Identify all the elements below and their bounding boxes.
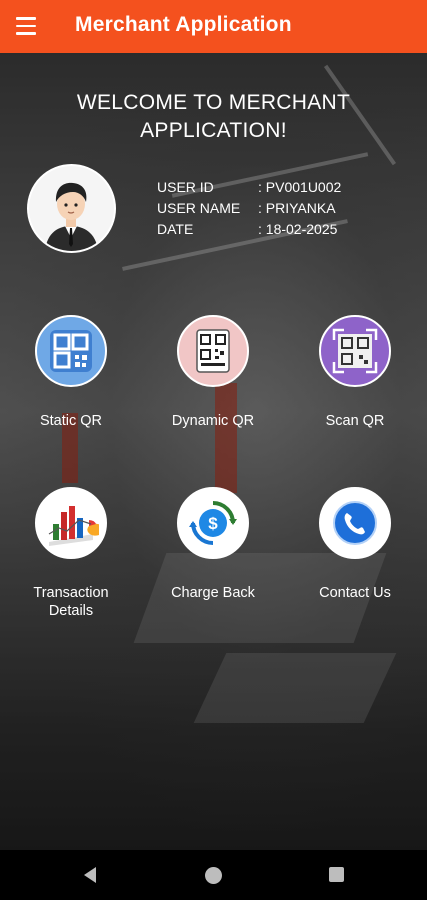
- user-id-value: : PV001U002: [258, 179, 342, 195]
- date-label: DATE: [157, 221, 194, 237]
- charge-back-tile[interactable]: $ Charge Back: [153, 487, 273, 602]
- app-title: Merchant Application: [75, 13, 292, 36]
- dynamic-qr-icon: [177, 315, 249, 387]
- date-value: : 18-02-2025: [258, 221, 338, 237]
- scan-qr-icon: [319, 315, 391, 387]
- recents-icon[interactable]: [329, 867, 344, 882]
- avatar: [27, 164, 116, 253]
- phone-icon: [319, 487, 391, 559]
- svg-text:$: $: [208, 514, 218, 533]
- welcome-line-1: WELCOME TO MERCHANT: [76, 91, 351, 114]
- businessman-avatar-icon: [29, 166, 114, 251]
- home-content: WELCOME TO MERCHANT APPLICATION! USER ID…: [0, 53, 427, 850]
- contact-us-label: Contact Us: [319, 585, 391, 601]
- transaction-details-label: Transaction Details: [11, 584, 131, 620]
- charge-back-label: Charge Back: [171, 585, 255, 601]
- user-id-label: USER ID: [157, 179, 214, 195]
- scan-qr-label: Scan QR: [325, 413, 385, 429]
- back-icon[interactable]: [82, 866, 98, 884]
- transaction-details-tile[interactable]: Transaction Details: [11, 487, 131, 620]
- dynamic-qr-label: Dynamic QR: [171, 413, 255, 429]
- system-nav-bar: [0, 850, 427, 900]
- user-name-value: : PRIYANKA: [258, 200, 336, 216]
- home-icon[interactable]: [205, 867, 222, 884]
- charge-back-dollar-icon: $: [177, 487, 249, 559]
- dynamic-qr-tile[interactable]: Dynamic QR: [153, 315, 273, 430]
- user-name-label: USER NAME: [157, 200, 241, 216]
- contact-us-tile[interactable]: Contact Us: [295, 487, 415, 602]
- transaction-details-label-line1: Transaction: [33, 585, 109, 601]
- app-bar: Merchant Application: [0, 0, 427, 53]
- transaction-details-label-line2: Details: [48, 603, 94, 619]
- scan-qr-tile[interactable]: Scan QR: [295, 315, 415, 430]
- static-qr-label: Static QR: [39, 413, 103, 429]
- hamburger-menu-icon[interactable]: [16, 12, 44, 40]
- transaction-chart-icon: [35, 487, 107, 559]
- welcome-heading: WELCOME TO MERCHANT APPLICATION!: [0, 89, 427, 145]
- static-qr-tile[interactable]: Static QR: [11, 315, 131, 430]
- welcome-line-2: APPLICATION!: [140, 119, 287, 142]
- static-qr-icon: [35, 315, 107, 387]
